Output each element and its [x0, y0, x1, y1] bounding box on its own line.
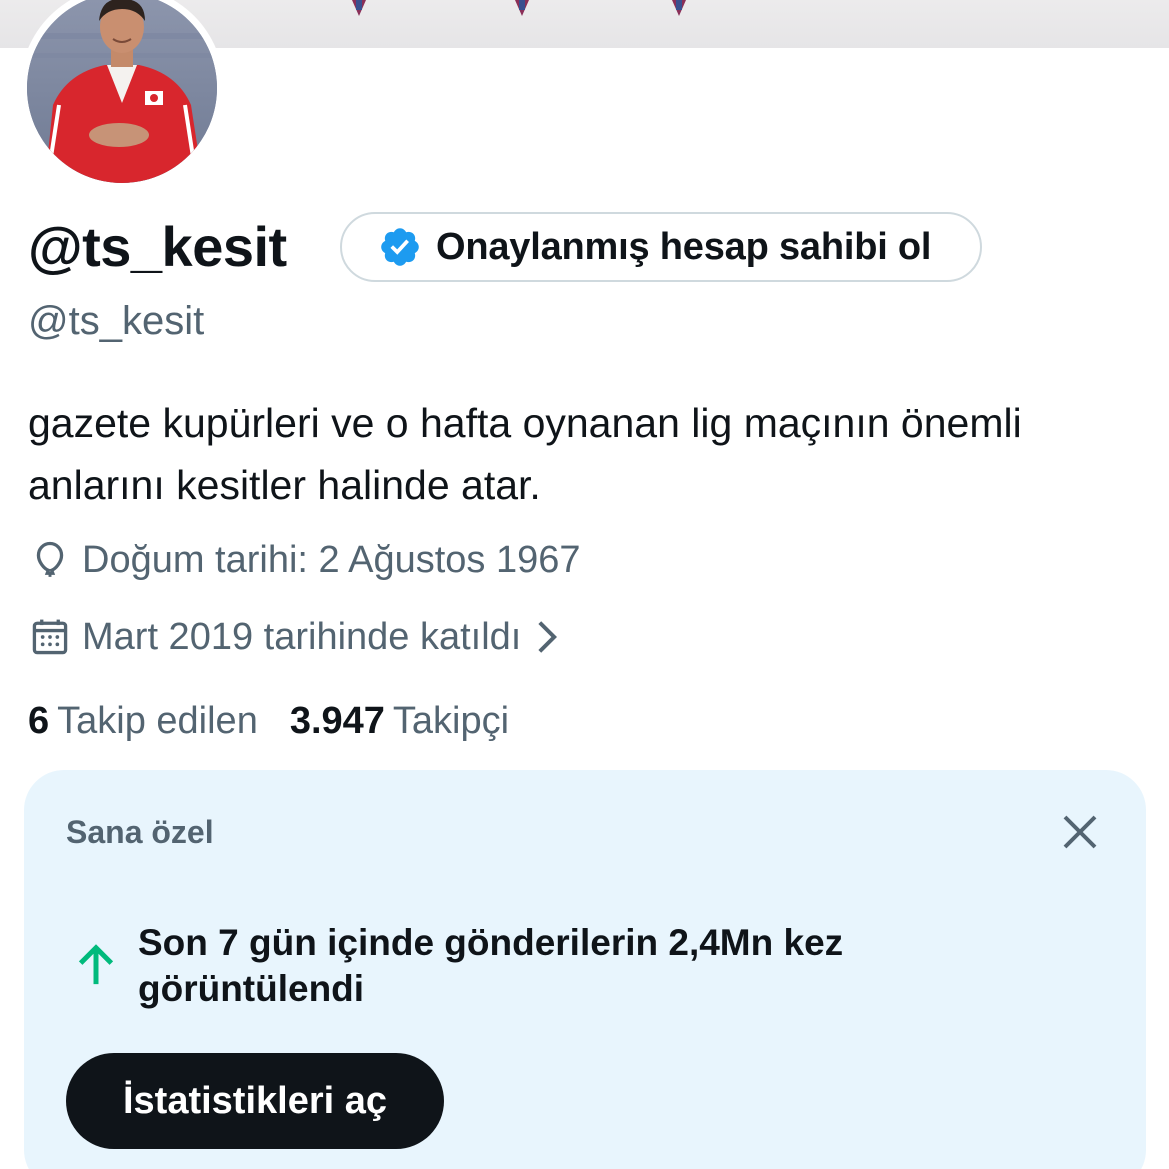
banner-flag-decoration — [515, 0, 529, 16]
verified-badge-icon — [381, 228, 419, 266]
followers-label: Takipçi — [392, 700, 510, 742]
followers-count: 3.947 — [289, 700, 385, 742]
chevron-right-icon — [538, 621, 558, 653]
following-label: Takip edilen — [57, 700, 258, 742]
insight-card-title: Sana özel — [66, 814, 214, 850]
banner-flag-decoration — [672, 0, 686, 16]
get-verified-label: Onaylanmış hesap sahibi ol — [436, 225, 932, 268]
get-verified-button[interactable]: Onaylanmış hesap sahibi ol — [340, 212, 982, 282]
birth-date-row: Doğum tarihi: 2 Ağustos 1967 — [28, 538, 581, 582]
insight-card: Sana özel Son 7 gün içinde gönderilerin … — [24, 770, 1146, 1169]
banner-flag-decoration — [352, 0, 366, 16]
open-analytics-button[interactable]: İstatistikleri aç — [66, 1053, 444, 1149]
following-count: 6 — [28, 700, 50, 742]
follow-stats: 6 Takip edilen 3.947 Takipçi — [28, 700, 509, 743]
username-handle: @ts_kesit — [28, 299, 205, 343]
calendar-icon — [32, 619, 68, 655]
followers-link[interactable]: 3.947 Takipçi — [290, 700, 509, 743]
profile-photo — [27, 0, 217, 183]
profile-bio: gazete kupürleri ve o hafta oynanan lig … — [28, 400, 1022, 508]
joined-date-row[interactable]: Mart 2019 tarihinde katıldı — [28, 615, 559, 659]
avatar[interactable] — [27, 0, 217, 183]
balloon-icon — [36, 541, 64, 577]
close-icon[interactable] — [1060, 812, 1100, 852]
arrow-up-icon — [78, 944, 114, 985]
joined-date-text: Mart 2019 tarihinde katıldı — [82, 615, 522, 658]
birth-date-text: Doğum tarihi: 2 Ağustos 1967 — [82, 538, 581, 581]
display-name: @ts_kesit — [28, 215, 287, 278]
insight-message: Son 7 gün içinde gönderilerin 2,4Mn kez … — [138, 922, 844, 1009]
following-link[interactable]: 6 Takip edilen — [28, 700, 258, 743]
